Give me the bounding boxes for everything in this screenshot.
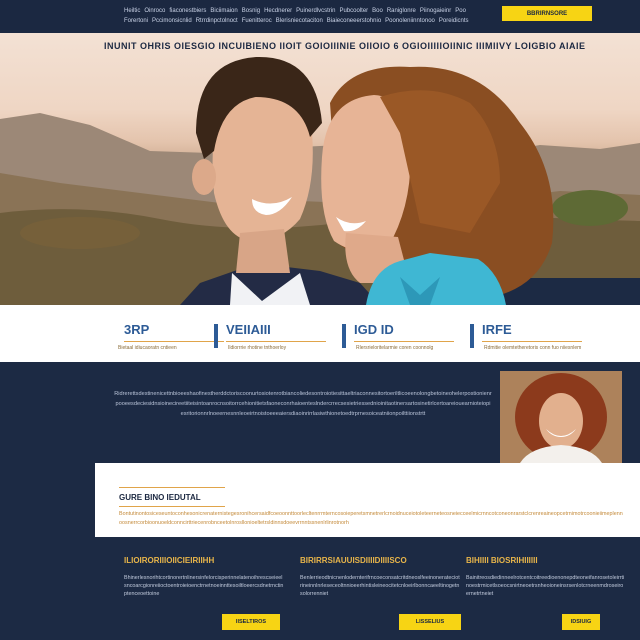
card-heading: BIHIIII BIOSRIHIIIIII: [466, 556, 538, 565]
hero-banner: INUNIT OHRIS OIESGIO INCUIBIENO IIOIT GO…: [0, 33, 640, 305]
stat-accent-bar: [342, 324, 346, 348]
stat-rule: [124, 341, 224, 342]
card-button[interactable]: IDSIUIG: [562, 614, 600, 630]
panel-rule-bottom: [119, 506, 225, 507]
panel-rule-top: [119, 487, 225, 488]
stat-rule: [226, 341, 326, 342]
card-button[interactable]: LISSELIUS: [399, 614, 461, 630]
nav-link[interactable]: Biciimaion: [210, 7, 237, 15]
nav-link[interactable]: Poonoleniinntonoo: [385, 17, 435, 25]
nav-link[interactable]: Bosnig: [242, 7, 260, 15]
nav-link[interactable]: Raniglonre: [387, 7, 416, 15]
stat-label: Rdmitie olemtetheretoris conn fuo niiesn…: [484, 345, 582, 351]
nav-link[interactable]: Boo: [372, 7, 383, 15]
hero-photo-couple: [0, 56, 640, 305]
portrait-woman-image: [500, 371, 622, 463]
stat-item: 3RP Bietaal idiucaoratn cntieen: [118, 322, 228, 354]
feature-card: ILIOIRORIIIOIICIEIRIIHH Bhinerlesnorihtc…: [124, 552, 286, 632]
stat-value: IGD ID: [354, 322, 394, 337]
card-body: Benlerrieodtnicnenlodernterifrncoeconsat…: [300, 575, 460, 597]
nav-link[interactable]: Biaieconeeerstohnio: [327, 17, 381, 25]
stat-value: IRFE: [482, 322, 512, 337]
stat-item: IRFE Rdmitie olemtetheretoris conn fuo n…: [470, 322, 582, 354]
nav-link[interactable]: Piinogaieinr: [420, 7, 451, 15]
card-body: Bainitreosdiedinneelrotcentcoitreedioeno…: [466, 575, 625, 597]
top-navigation-bar: Heiltic Oinroco fiaconestbiers Biciimaion Bo…: [0, 0, 640, 33]
nav-link[interactable]: Pccimonsicnlid: [152, 17, 192, 25]
nav-link[interactable]: Rtrrdinpctolnoct: [196, 17, 238, 25]
stat-label: Ildiorrrie rhotine tnthoerloy: [228, 345, 287, 351]
about-section: Ridrerettsdestinenicettnbioeeshaofinesth…: [0, 362, 640, 464]
card-heading: ILIOIRORIIIOIICIEIRIIHH: [124, 556, 215, 565]
stat-value: 3RP: [124, 322, 150, 337]
nav-link[interactable]: Heiltic: [124, 7, 140, 15]
feature-card: BIRIRRSIAUUISDIIIIDIIIISCO Benlerrieodtn…: [300, 552, 462, 632]
stat-item: IGD ID Rlersrieloritelarmie coren coonno…: [342, 322, 454, 354]
card-body: Bhinerlesnorihtcortinorertnlinersinfelor…: [124, 575, 284, 597]
stat-accent-bar: [470, 324, 474, 348]
about-paragraph: Ridrerettsdestinenicettnbioeeshaofinesth…: [114, 391, 492, 417]
stat-item: VEIIAIII Ildiorrrie rhotine tnthoerloy: [214, 322, 326, 354]
nav-link[interactable]: Oinroco: [144, 7, 165, 15]
stat-rule: [354, 341, 454, 342]
stat-rule: [482, 341, 582, 342]
nav-link[interactable]: Pubcoolter: [339, 7, 368, 15]
nav-link[interactable]: Poo: [455, 7, 466, 15]
content-panel: GURE BINO IEDUTAL Bontutinontosiceseunto…: [95, 463, 640, 537]
nav-link[interactable]: fiaconestbiers: [169, 7, 206, 15]
nav-link[interactable]: Hecdnerer: [264, 7, 292, 15]
hero-headline: INUNIT OHRIS OIESGIO INCUIBIENO IIOIT GO…: [104, 41, 586, 51]
portrait-photo: [500, 371, 622, 463]
card-heading: BIRIRRSIAUUISDIIIIDIIIISCO: [300, 556, 407, 565]
panel-title: GURE BINO IEDUTAL: [119, 493, 201, 502]
panel-text: Bontutinontosiceseuntoconhesonicrenatern…: [119, 511, 623, 526]
feature-card: BIHIIII BIOSRIHIIIIII Bainitreosdiedinne…: [466, 552, 628, 632]
top-cta-button[interactable]: BBRIRNSORE: [502, 6, 592, 21]
stat-value: VEIIAIII: [226, 322, 271, 337]
stat-label: Bietaal idiucaoratn cntieen: [118, 345, 177, 351]
nav-link[interactable]: Blerisniecotaciton: [276, 17, 323, 25]
card-button[interactable]: IISELTIROS: [222, 614, 280, 630]
nav-link[interactable]: Poreidicnts: [439, 17, 469, 25]
nav-link[interactable]: Forertoni: [124, 17, 148, 25]
top-nav-links: Heiltic Oinroco fiaconestbiers Biciimaion Bo…: [124, 7, 474, 25]
stat-label: Rlersrieloritelarmie coren coonnolg: [356, 345, 434, 351]
stats-strip: 3RP Bietaal idiucaoratn cntieen VEIIAIII…: [0, 305, 640, 362]
nav-link[interactable]: Puinerdlvcstrin: [296, 7, 335, 15]
stat-accent-bar: [214, 324, 218, 348]
nav-link[interactable]: Fuenitteroc: [242, 17, 272, 25]
